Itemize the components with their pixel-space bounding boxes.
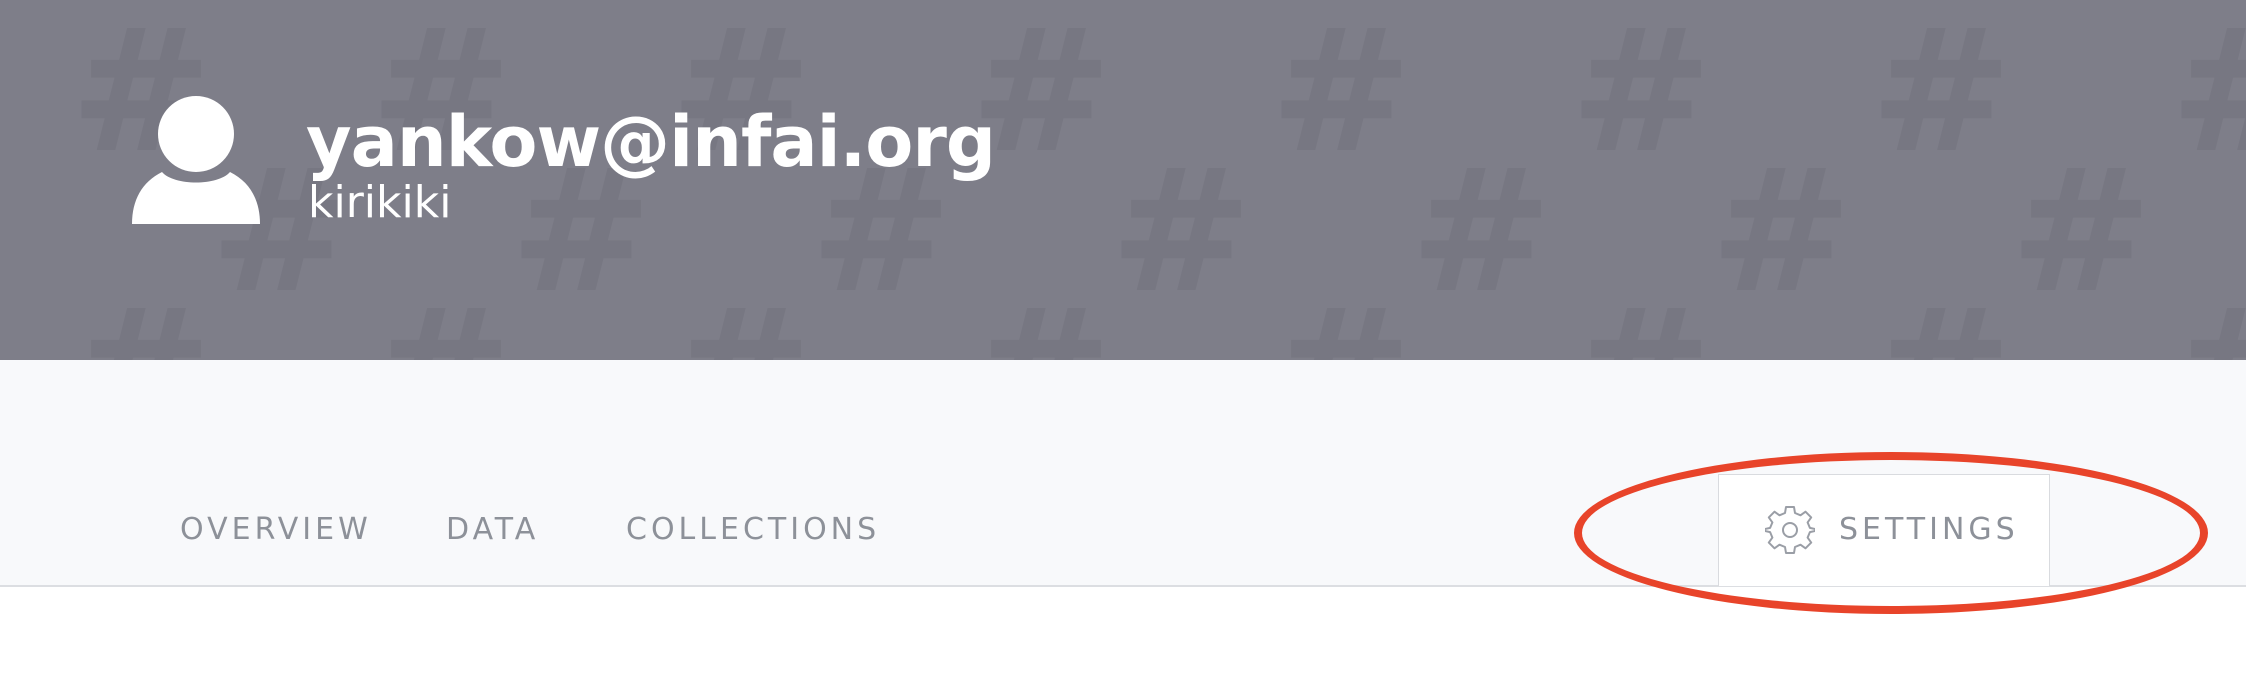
- user-silhouette-icon: [132, 96, 260, 224]
- hash-pattern-glyph: #: [670, 273, 812, 360]
- hash-pattern-glyph: #: [2170, 273, 2246, 360]
- gear-icon: [1765, 506, 1815, 554]
- hash-pattern-glyph: #: [1570, 0, 1712, 191]
- hash-pattern-glyph: #: [1410, 133, 1552, 331]
- hash-pattern-glyph: #: [70, 273, 212, 360]
- profile-banner: ######################## yankow@infai.or…: [0, 0, 2246, 360]
- hash-pattern-glyph: #: [370, 273, 512, 360]
- hash-pattern-glyph: #: [1110, 133, 1252, 331]
- tab-settings[interactable]: SETTINGS: [1718, 474, 2050, 586]
- hash-pattern-glyph: #: [970, 273, 1112, 360]
- hash-pattern-glyph: #: [2170, 0, 2246, 191]
- hash-pattern-glyph: #: [1870, 0, 2012, 191]
- tab-overview[interactable]: OVERVIEW: [180, 508, 372, 552]
- tab-settings-label: SETTINGS: [1839, 512, 2019, 547]
- hash-pattern-glyph: #: [1710, 133, 1852, 331]
- hash-pattern-glyph: #: [1270, 0, 1412, 191]
- hash-pattern-glyph: #: [2010, 133, 2152, 331]
- tab-data[interactable]: DATA: [446, 508, 539, 552]
- hash-pattern-glyph: #: [1870, 273, 2012, 360]
- hash-pattern-glyph: #: [1270, 273, 1412, 360]
- hash-pattern-glyph: #: [1570, 273, 1712, 360]
- tab-collections[interactable]: COLLECTIONS: [626, 508, 880, 552]
- profile-username: kirikiki: [308, 177, 452, 228]
